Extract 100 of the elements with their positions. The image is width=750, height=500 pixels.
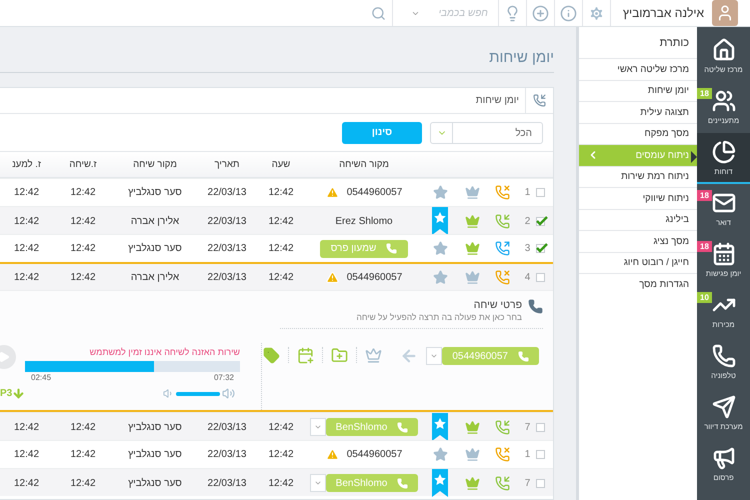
row-checkbox[interactable] <box>536 478 546 488</box>
gear-icon <box>588 4 605 22</box>
calendar-icon[interactable] <box>297 347 314 364</box>
crown-icon[interactable] <box>464 420 480 434</box>
row-number: 4 <box>524 272 530 282</box>
phone-number: 0544960057 <box>346 187 402 198</box>
row-number: 2 <box>524 216 530 226</box>
star-icon[interactable] <box>432 447 448 462</box>
elapsed-time: 02:45 <box>31 373 52 382</box>
user-silhouette-icon <box>716 4 734 22</box>
caret-icon <box>430 352 438 360</box>
info-icon <box>560 4 577 22</box>
warning-icon <box>326 448 339 461</box>
volume-high-icon <box>222 387 235 400</box>
phone-icon <box>518 350 529 362</box>
table-cell-text: 12:42 <box>12 187 40 198</box>
progress-track[interactable] <box>25 361 240 372</box>
phone-number: 0544960057 <box>346 449 402 460</box>
table-cell-text: 12:42 <box>12 449 40 460</box>
pie-chart-icon <box>712 140 736 164</box>
table-cell-text: 12:42 <box>69 216 97 226</box>
bookmark-star-icon[interactable] <box>432 469 448 497</box>
row-number: 7 <box>524 422 530 432</box>
row-number: 1 <box>524 449 530 460</box>
table-cell-text: 12:42 <box>12 243 40 254</box>
total-time: 07:32 <box>214 373 234 382</box>
filter-select[interactable]: הכל <box>430 122 543 144</box>
dropdown-button[interactable] <box>310 418 326 436</box>
users-icon <box>712 88 736 112</box>
table-cell-text: 12:42 <box>267 272 295 282</box>
details-subtitle: בחר כאן את פעולה בה תרצה להפעיל על שיחה <box>356 312 522 322</box>
column-header: מקור שיחה <box>132 159 178 170</box>
table-cell-text: 22/03/13 <box>206 243 248 254</box>
table-cell-text: סער סנגלביץ <box>127 187 183 198</box>
row-checkbox[interactable] <box>536 422 546 432</box>
folder-icon[interactable] <box>331 347 348 364</box>
row-number: 1 <box>524 187 530 198</box>
table-cell-text: 12:42 <box>267 187 295 198</box>
volume-low-icon <box>163 388 174 399</box>
phone-icon <box>397 422 408 432</box>
star-icon[interactable] <box>432 241 448 256</box>
volume-slider[interactable] <box>176 392 220 396</box>
bookmark-star-icon[interactable] <box>432 207 448 235</box>
count-badge: 10 <box>697 292 712 303</box>
star-icon[interactable] <box>432 270 448 284</box>
submenu-title: כותרת <box>658 36 690 51</box>
table-cell-text: 12:42 <box>69 422 97 432</box>
table-cell-text: 12:42 <box>267 216 295 226</box>
avatar[interactable] <box>712 0 738 26</box>
table-cell-text: אלירן אברה <box>130 216 180 226</box>
table-cell-text: 22/03/13 <box>206 272 248 282</box>
row-checkbox[interactable] <box>536 244 546 253</box>
table-cell-text: סער סנגלביץ <box>127 422 183 432</box>
crown-icon[interactable] <box>464 476 480 490</box>
table-cell-text: 12:42 <box>69 478 97 488</box>
table-cell-text: 12:42 <box>69 272 97 282</box>
crown-icon[interactable] <box>365 347 382 364</box>
phone-icon <box>712 344 736 368</box>
crown-icon[interactable] <box>464 447 480 462</box>
row-checkbox[interactable] <box>536 450 546 459</box>
crown-icon[interactable] <box>464 241 480 256</box>
down-arrow-icon <box>12 387 26 400</box>
phone-icon <box>533 94 546 107</box>
dropdown-button[interactable] <box>310 474 326 492</box>
table-cell-text: 12:42 <box>267 449 295 460</box>
row-checkbox[interactable] <box>536 188 546 197</box>
warning-icon <box>326 186 339 199</box>
crown-icon[interactable] <box>464 270 480 284</box>
card-tab[interactable]: יומן שיחות <box>476 95 525 106</box>
column-header: ז.שיחה <box>68 159 98 170</box>
phone-icon <box>528 299 543 314</box>
star-icon[interactable] <box>432 185 448 200</box>
table-cell-text: 22/03/13 <box>206 422 248 432</box>
table-cell-text: 12:42 <box>12 272 40 282</box>
phone-number: 0544960057 <box>346 272 402 282</box>
row-checkbox[interactable] <box>536 272 546 282</box>
table-cell-text: 22/03/13 <box>206 478 248 488</box>
user-name: אילנה אברמוביץ <box>622 6 704 20</box>
search-field[interactable]: חפש בכמבי <box>420 6 490 20</box>
crown-icon[interactable] <box>464 214 480 228</box>
tag-icon[interactable] <box>263 347 280 364</box>
table-cell-text: סער סנגלביץ <box>127 449 183 460</box>
table-cell-text: 12:42 <box>267 422 295 432</box>
table-cell-text: אלירן אברה <box>130 272 180 282</box>
dropdown-button[interactable] <box>426 347 442 365</box>
caller-name: Erez Shlomo <box>335 216 393 226</box>
crown-icon[interactable] <box>464 185 480 200</box>
column-header: מקור השיחה <box>338 159 390 170</box>
megaphone-icon <box>712 446 736 470</box>
row-checkbox[interactable] <box>536 216 546 226</box>
page-title: יומן שיחות <box>0 49 554 73</box>
count-badge: 18 <box>697 88 712 99</box>
table-cell-text: 12:42 <box>267 243 295 254</box>
paper-plane-icon <box>712 394 736 418</box>
phone-icon <box>386 243 398 254</box>
unavailable-notice: שירות האזנה לשיחה איננו זמין למשתמש <box>88 347 240 357</box>
count-badge: 18 <box>697 241 712 252</box>
search-icon <box>370 6 386 20</box>
phone-icon <box>397 478 408 488</box>
bookmark-star-icon[interactable] <box>432 413 448 441</box>
